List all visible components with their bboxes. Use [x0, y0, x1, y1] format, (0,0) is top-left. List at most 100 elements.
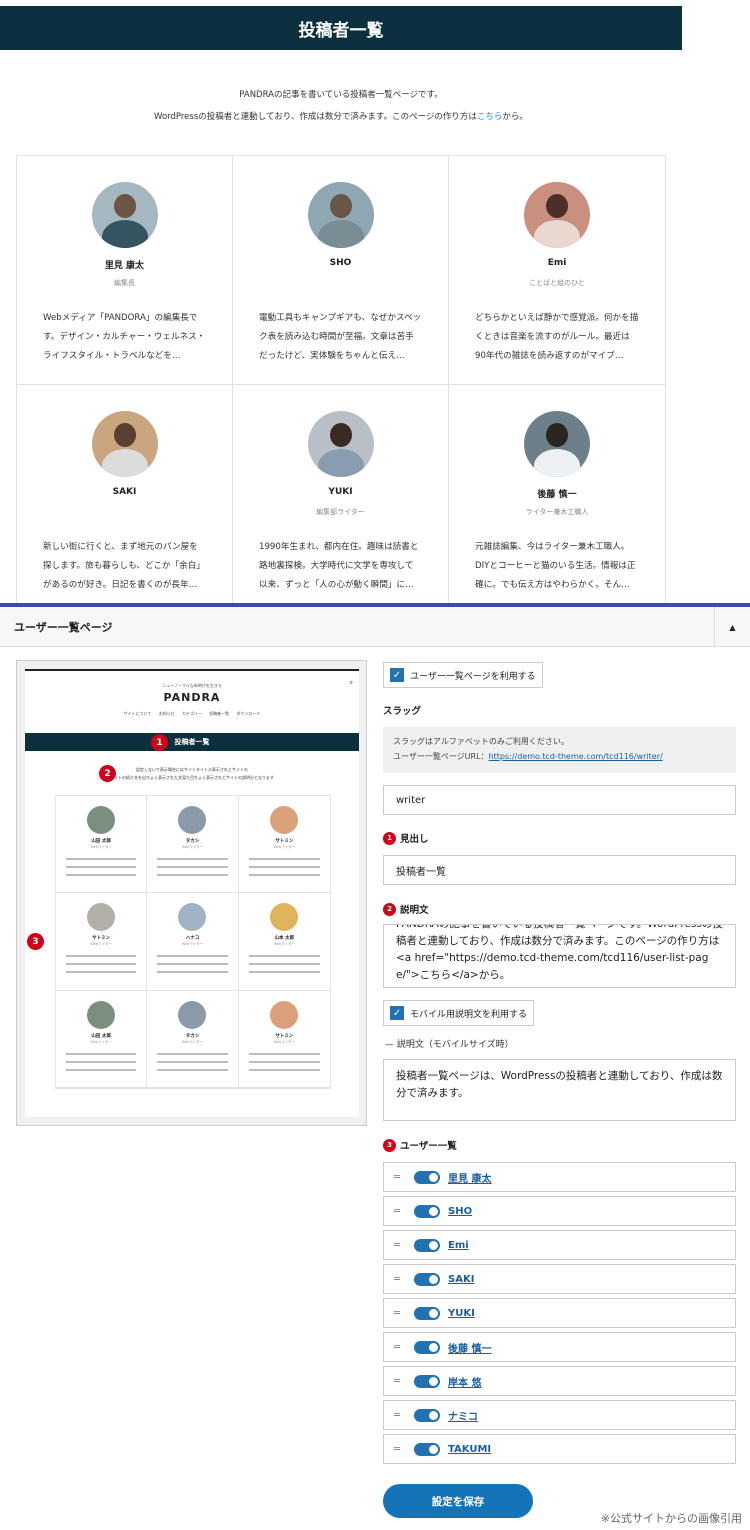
- drag-handle-icon[interactable]: ═: [394, 1444, 406, 1455]
- author-grid: 里見 康太 編集長 Webメディア「PANDORA」の編集長です。デザイン・カルチャ…: [16, 155, 666, 611]
- preview-card: ハナコ Webライター: [147, 893, 239, 991]
- slug-note-1: スラッグはアルファベットのみご利用ください。: [393, 737, 569, 746]
- user-link[interactable]: 岸本 悠: [448, 1374, 481, 1389]
- user-toggle[interactable]: [414, 1238, 440, 1252]
- slug-url-link[interactable]: https://demo.tcd-theme.com/tcd116/writer…: [489, 752, 663, 761]
- avatar: [270, 1000, 299, 1029]
- author-desc: 1990年生まれ、都内在住。趣味は読書と路地裏探検。大学時代に文学を専攻して以来…: [259, 542, 419, 590]
- user-link[interactable]: TAKUMI: [448, 1444, 491, 1455]
- page-title: 投稿者一覧: [298, 20, 384, 41]
- user-row[interactable]: ═ 後藤 慎一: [383, 1332, 736, 1362]
- user-row[interactable]: ═ Emi: [383, 1230, 736, 1260]
- user-link[interactable]: YUKI: [448, 1308, 475, 1319]
- preview-image: ニューノーマルな新時代を生きる ⌕ PANDRA サイトについて お知らせ カテ…: [16, 660, 367, 1126]
- user-row[interactable]: ═ SHO: [383, 1196, 736, 1226]
- avatar: [178, 903, 207, 932]
- preview-card: タカシ Webライター: [147, 990, 239, 1088]
- preview-desc-1: 設定しないで表示場合にはサイトタイトル表示されとサイトの: [136, 767, 248, 772]
- badge-1: 1: [383, 831, 396, 845]
- slug-note: スラッグはアルファベットのみご利用ください。 ユーザー一覧ページURL：http…: [383, 727, 736, 773]
- user-link[interactable]: SHO: [448, 1206, 472, 1217]
- author-name: SHO: [329, 258, 352, 268]
- preview-card-role: Webライター: [90, 845, 112, 849]
- mobile-sub-label-text: 説明文（モバイルサイズ時）: [396, 1040, 514, 1050]
- drag-handle-icon[interactable]: ═: [394, 1342, 406, 1353]
- panel-title: ユーザー一覧ページ: [14, 620, 113, 634]
- user-link[interactable]: 里見 康太: [448, 1170, 491, 1185]
- use-page-checkbox[interactable]: ✓ ユーザー一覧ページを利用する: [383, 662, 543, 688]
- user-toggle[interactable]: [414, 1340, 440, 1354]
- author-desc: 新しい街に行くと、まず地元のパン屋を探します。旅も暮らしも、どこか「余白」がある…: [43, 542, 205, 590]
- preview-card: サトミン Webライター: [238, 991, 330, 1088]
- drag-handle-icon[interactable]: ═: [394, 1308, 406, 1319]
- mobile-desc-textarea[interactable]: 投稿者一覧ページは、WordPressの投稿者と連動しており、作成は数分で済みま…: [383, 1059, 736, 1121]
- drag-handle-icon[interactable]: ═: [394, 1240, 406, 1251]
- user-link[interactable]: SAKI: [448, 1274, 474, 1285]
- drag-handle-icon[interactable]: ═: [394, 1172, 406, 1183]
- author-card[interactable]: 後藤 慎一 ライター兼木工職人 元雑誌編集、今はライター兼木工職人。DIYとコーヒー…: [449, 385, 665, 611]
- drag-handle-icon[interactable]: ═: [394, 1206, 406, 1217]
- user-toggle[interactable]: [414, 1204, 440, 1218]
- drag-handle-icon[interactable]: ═: [394, 1410, 406, 1421]
- save-button[interactable]: 設定を保存: [383, 1484, 533, 1518]
- user-toggle[interactable]: [414, 1442, 440, 1456]
- preview-card: サトミン Webライター: [56, 893, 148, 991]
- heading-label: 1 見出し: [383, 831, 429, 845]
- author-desc: どちらかといえば静かで感覚派。何かを描くときは音楽を流すのがルール。最近は90年…: [475, 313, 639, 361]
- slug-input[interactable]: writer: [383, 785, 736, 815]
- preview-card-name: タカシ: [185, 1033, 200, 1039]
- user-row[interactable]: ═ 里見 康太: [383, 1162, 736, 1192]
- intro-line-2-text: WordPressの投稿者と連動しており、作成は数分で済みます。このページの作り…: [154, 112, 477, 122]
- user-link[interactable]: 後藤 慎一: [448, 1340, 491, 1355]
- badge-3: 3: [27, 933, 44, 950]
- mobile-desc-checkbox[interactable]: ✓ モバイル用説明文を利用する: [383, 1000, 535, 1026]
- intro-text: PANDRAの記事を書いている投稿者一覧ページです。 WordPressの投稿者…: [0, 84, 682, 128]
- author-name: YUKI: [328, 487, 353, 497]
- drag-handle-icon[interactable]: ═: [394, 1274, 406, 1285]
- author-name: 後藤 慎一: [537, 490, 577, 500]
- avatar: [524, 182, 590, 248]
- preview-card-name: 山本 太郎: [274, 936, 295, 942]
- user-row[interactable]: ═ ナミコ: [383, 1400, 736, 1430]
- author-card[interactable]: Emi ことばと絵のひと どちらかといえば静かで感覚派。何かを描くときは音楽を流すの…: [449, 156, 665, 385]
- badge-3: 3: [383, 1138, 396, 1152]
- slug-label: スラッグ: [383, 706, 422, 717]
- desc-textarea[interactable]: PANDRAの記事を書いている投稿者一覧ページです。WordPressの投稿者と…: [383, 924, 736, 988]
- preview-card-name: サトミン: [92, 936, 111, 942]
- user-toggle[interactable]: [414, 1408, 440, 1422]
- image-credit: ※公式サイトからの画像引用: [600, 1512, 742, 1525]
- page-header: 投稿者一覧: [0, 6, 682, 50]
- slug-note-2: ユーザー一覧ページURL：https://demo.tcd-theme.com/…: [393, 749, 726, 764]
- user-toggle[interactable]: [414, 1170, 440, 1184]
- user-toggle[interactable]: [414, 1306, 440, 1320]
- intro-line-1: PANDRAの記事を書いている投稿者一覧ページです。: [239, 90, 443, 100]
- intro-link[interactable]: こちら: [477, 112, 503, 122]
- user-link[interactable]: ナミコ: [448, 1408, 478, 1423]
- badge-1: 1: [151, 734, 168, 751]
- intro-line-2: WordPressの投稿者と連動しており、作成は数分で済みます。このページの作り…: [0, 106, 682, 128]
- desc-label: 2 説明文: [383, 902, 429, 916]
- preview-card: タカシ Webライター: [147, 796, 239, 894]
- preview-nav: サイトについて お知らせ カテゴリー 投稿者一覧 ダウンロード: [123, 711, 261, 716]
- user-toggle[interactable]: [414, 1374, 440, 1388]
- collapse-toggle-icon[interactable]: ▲: [714, 607, 750, 647]
- user-link[interactable]: Emi: [448, 1240, 469, 1251]
- panel-header[interactable]: ユーザー一覧ページ ▲: [0, 607, 750, 647]
- avatar: [91, 182, 158, 248]
- avatar: [270, 806, 299, 834]
- mobile-desc-label: モバイル用説明文を利用する: [410, 1009, 528, 1020]
- preview-tagline: ニューノーマルな新時代を生きる: [162, 683, 222, 688]
- user-toggle[interactable]: [414, 1272, 440, 1286]
- desc-label-text: 説明文: [400, 905, 429, 916]
- heading-input[interactable]: 投稿者一覧: [383, 855, 736, 885]
- author-card[interactable]: 里見 康太 編集長 Webメディア「PANDORA」の編集長です。デザイン・カルチャ…: [17, 156, 233, 385]
- user-row[interactable]: ═ SAKI: [383, 1264, 736, 1294]
- user-row[interactable]: ═ TAKUMI: [383, 1434, 736, 1464]
- user-row[interactable]: ═ YUKI: [383, 1298, 736, 1328]
- author-card[interactable]: SHO 電動工具もキャンプギアも、なぜかスペック表を読み込む時間が至福。文章は苦手…: [233, 156, 449, 385]
- user-row[interactable]: ═ 岸本 悠: [383, 1366, 736, 1396]
- author-card[interactable]: YUKI 編集部ライター 1990年生まれ、都内在住。趣味は読書と路地裏探検。大学時…: [233, 385, 449, 611]
- author-card[interactable]: SAKI 新しい街に行くと、まず地元のパン屋を探します。旅も暮らしも、どこか「余白…: [17, 385, 233, 611]
- preview-grid: 山田 太郎 Webライター タカシ Webライター サトミン Webライター サトミン…: [55, 795, 331, 1089]
- drag-handle-icon[interactable]: ═: [394, 1376, 406, 1387]
